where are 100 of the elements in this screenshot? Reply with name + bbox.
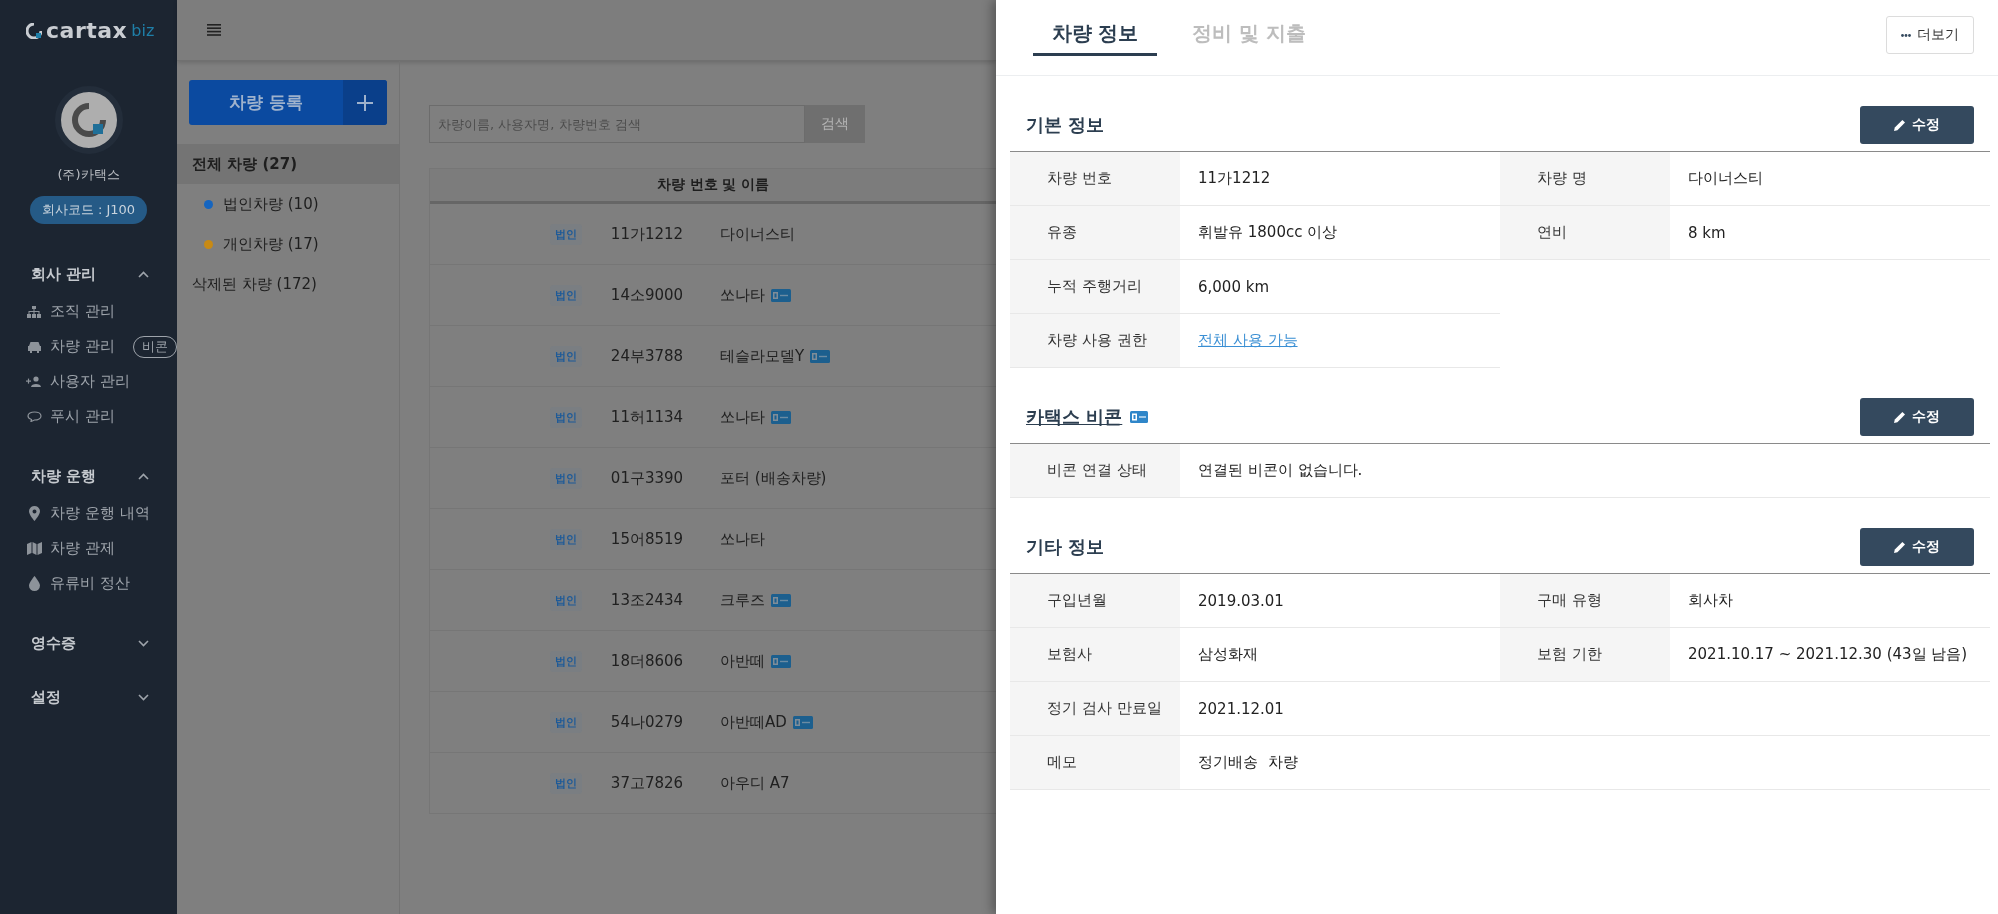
register-vehicle-button[interactable]: 차량 등록	[189, 80, 387, 125]
edit-button[interactable]: 수정	[1860, 106, 1974, 144]
column-header: 차량 번호 및 이름	[430, 168, 996, 204]
beacon-icon	[771, 593, 791, 607]
more-button[interactable]: 더보기	[1886, 16, 1974, 54]
pencil-icon	[1894, 119, 1906, 131]
vehicle-row[interactable]: 법인 37고7826 아우디 A7	[430, 753, 996, 814]
field-label: 보험 기한	[1500, 628, 1670, 682]
category-item[interactable]: 전체 차량 (27)	[177, 144, 399, 184]
category-item[interactable]: 법인차량 (10)	[177, 184, 399, 224]
menu-item[interactable]: 차량 관리 비콘	[0, 329, 177, 364]
vehicle-row[interactable]: 법인 11가1212 다이너스티	[430, 204, 996, 265]
chevron-up-icon[interactable]	[138, 472, 149, 480]
vehicle-row[interactable]: 법인 11허1134 쏘나타	[430, 387, 996, 448]
edit-button[interactable]: 수정	[1860, 398, 1974, 436]
map-icon	[26, 542, 42, 555]
field-label: 차량 번호	[1010, 152, 1180, 206]
type-tag: 법인	[550, 711, 582, 733]
menu-item-label: 차량 관리	[50, 337, 115, 356]
category-label: 전체 차량 (27)	[192, 154, 298, 174]
type-tag: 법인	[550, 650, 582, 672]
vehicle-row[interactable]: 법인 13조2434 크루즈	[430, 570, 996, 631]
menu-item-label: 차량 운행 내역	[50, 504, 150, 523]
plate-number: 11허1134	[610, 407, 684, 427]
field-label: 누적 주행거리	[1010, 260, 1180, 314]
type-tag: 법인	[550, 467, 582, 489]
field-value: 2021.10.17 ~ 2021.12.30 (43일 남음)	[1670, 628, 1990, 682]
menu-item[interactable]: 조직 관리	[0, 294, 177, 329]
vehicle-row[interactable]: 법인 24부3788 테슬라모델Y	[430, 326, 996, 387]
category-item[interactable]: 삭제된 차량 (172)	[177, 264, 399, 304]
menu-group-title[interactable]: 회사 관리	[31, 264, 97, 284]
field-label: 차량 사용 권한	[1010, 314, 1180, 368]
chevron-down-icon[interactable]	[138, 693, 149, 701]
pencil-icon	[1894, 541, 1906, 553]
type-tag: 법인	[550, 772, 582, 794]
edit-button[interactable]: 수정	[1860, 528, 1974, 566]
field-value: 6,000 km	[1180, 260, 1500, 314]
menu-item[interactable]: 차량 운행 내역	[0, 496, 177, 531]
vehicle-row[interactable]: 법인 14소9000 쏘나타	[430, 265, 996, 326]
vehicle-name: 쏘나타	[720, 529, 765, 549]
plate-number: 14소9000	[610, 285, 684, 305]
vehicle-row[interactable]: 법인 54나0279 아반떼AD	[430, 692, 996, 753]
category-label: 개인차량 (17)	[223, 234, 319, 254]
category-label: 법인차량 (10)	[223, 194, 319, 214]
beacon-icon	[771, 410, 791, 424]
tab[interactable]: 차량 정보	[1033, 20, 1157, 56]
menu-icon[interactable]	[207, 24, 221, 36]
menu-item[interactable]: 차량 관제	[0, 531, 177, 566]
speech-bubble-icon	[26, 411, 42, 422]
menu-item-label: 유류비 정산	[50, 574, 130, 593]
field-value: 회사차	[1670, 574, 1990, 628]
map-pin-icon	[28, 506, 40, 521]
field-value: 연결된 비콘이 없습니다.	[1180, 444, 1500, 498]
beacon-icon	[771, 288, 791, 302]
menu-group-title[interactable]: 차량 운행	[31, 466, 97, 486]
hierarchy-icon	[27, 305, 41, 318]
logo-suffix: biz	[131, 20, 155, 42]
menu-item[interactable]: 푸시 관리	[0, 399, 177, 434]
vehicle-name: 다이너스티	[720, 224, 795, 244]
field-value: 2021.12.01	[1180, 682, 1500, 736]
type-tag: 법인	[550, 284, 582, 306]
drop-icon	[28, 576, 40, 591]
pencil-icon	[1894, 411, 1906, 423]
search-button[interactable]: 검색	[805, 105, 865, 143]
menu-group-title[interactable]: 설정	[31, 687, 61, 707]
vehicle-name: 아우디 A7	[720, 773, 790, 793]
vehicle-row[interactable]: 법인 01구3390 포터 (배송차량)	[430, 448, 996, 509]
menu-item-label: 조직 관리	[50, 302, 115, 321]
category-item[interactable]: 개인차량 (17)	[177, 224, 399, 264]
field-label: 메모	[1010, 736, 1180, 790]
permission-link[interactable]: 전체 사용 가능	[1198, 331, 1298, 350]
plus-icon	[357, 94, 373, 111]
field-value: 8 km	[1670, 206, 1990, 260]
beacon-icon	[1130, 411, 1149, 423]
menu-item[interactable]: 유류비 정산	[0, 566, 177, 601]
plate-number: 11가1212	[610, 224, 684, 244]
field-label: 차량 명	[1500, 152, 1670, 206]
field-label: 연비	[1500, 206, 1670, 260]
type-tag: 법인	[550, 223, 582, 245]
vehicle-row[interactable]: 법인 15어8519 쏘나타	[430, 509, 996, 570]
vehicle-name: 아반떼	[720, 651, 765, 671]
chevron-up-icon[interactable]	[138, 270, 149, 278]
field-label: 구매 유형	[1500, 574, 1670, 628]
type-tag: 법인	[550, 528, 582, 550]
section-title[interactable]: 카택스 비콘	[1026, 405, 1123, 429]
logo-icon	[71, 103, 106, 137]
plate-number: 54나0279	[610, 712, 684, 732]
vehicle-name: 쏘나타	[720, 407, 765, 427]
chevron-down-icon[interactable]	[138, 639, 149, 647]
plate-number: 37고7826	[610, 773, 684, 793]
menu-item[interactable]: 사용자 관리	[0, 364, 177, 399]
plate-number: 01구3390	[610, 468, 684, 488]
type-tag: 법인	[550, 345, 582, 367]
vehicle-name: 포터 (배송차량)	[720, 468, 827, 488]
vehicle-name: 쏘나타	[720, 285, 765, 305]
beacon-icon	[771, 654, 791, 668]
menu-group-title[interactable]: 영수증	[31, 633, 76, 653]
menu-item-label: 푸시 관리	[50, 407, 115, 426]
vehicle-row[interactable]: 법인 18더8606 아반떼	[430, 631, 996, 692]
type-tag: 법인	[550, 589, 582, 611]
